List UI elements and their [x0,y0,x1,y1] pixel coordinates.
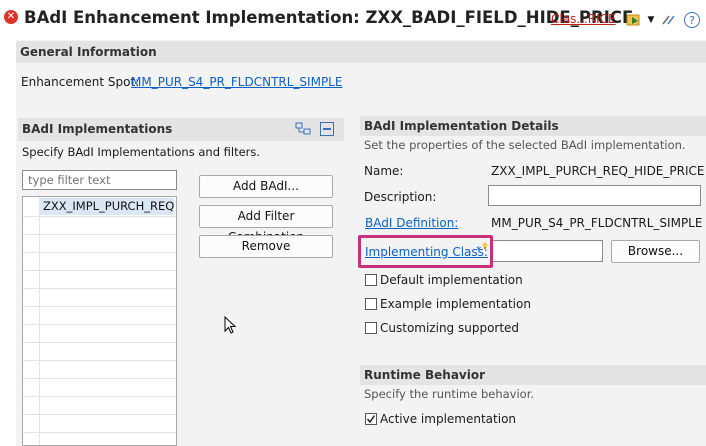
badi-definition-value: MM_PUR_S4_PR_FLDCNTRL_SIMPLE [491,216,703,230]
name-value: ZXX_IMPL_PURCH_REQ_HIDE_PRICE [491,164,705,178]
customizing-supported-label: Customizing supported [380,321,520,335]
implementations-description: Specify BAdI Implementations and filters… [22,145,261,159]
list-item[interactable]: ZXX_IMPL_PURCH_REQ_ [39,198,174,215]
enhancement-spot-link[interactable]: MM_PUR_S4_PR_FLDCNTRL_SIMPLE [131,75,342,89]
implementing-class-link[interactable]: Clas...RICE [551,12,616,26]
remove-button[interactable]: Remove [199,235,333,258]
runtime-section-title: Runtime Behavior [360,365,706,385]
add-badi-button[interactable]: Add BAdI... [199,175,333,198]
editor-header: ✕ BAdI Enhancement Implementation: ZXX_B… [0,0,706,40]
runtime-description: Specify the runtime behavior. [364,387,535,401]
mouse-cursor-icon [224,315,238,336]
error-icon: ✕ [4,10,18,24]
content-assist-icon [481,239,489,249]
filter-input[interactable] [22,170,177,190]
expand-all-icon[interactable] [295,122,311,136]
description-label: Description: [364,190,437,204]
browse-button[interactable]: Browse... [611,240,700,263]
customizing-supported-checkbox[interactable] [365,322,377,334]
page-title: BAdI Enhancement Implementation: ZXX_BAD… [24,8,634,27]
enhancement-spot-label: Enhancement Spot: [21,75,140,89]
example-implementation-label: Example implementation [380,297,531,311]
implementing-class-link-label[interactable]: Implementing Class: [365,245,488,259]
link-with-editor-icon[interactable] [661,12,677,28]
implementing-class-field[interactable] [493,240,603,262]
example-implementation-checkbox[interactable] [365,298,377,310]
default-implementation-checkbox[interactable] [365,274,377,286]
collapse-all-icon[interactable] [320,122,334,136]
active-implementation-label: Active implementation [380,412,517,426]
details-description: Set the properties of the selected BAdI … [364,138,686,152]
name-label: Name: [364,164,404,178]
description-field[interactable] [488,185,701,206]
run-icon[interactable] [625,12,643,28]
chevron-down-icon[interactable]: ▼ [645,12,657,28]
implementations-list[interactable]: ZXX_IMPL_PURCH_REQ_ [22,196,177,446]
badi-definition-link[interactable]: BAdI Definition: [365,216,458,230]
active-implementation-checkbox[interactable] [365,413,377,425]
help-icon[interactable]: ? [684,12,700,28]
general-info-section-title: General Information [16,41,706,63]
add-filter-combination-button[interactable]: Add Filter Combination [199,205,333,244]
default-implementation-label: Default implementation [380,273,523,287]
details-section-title: BAdI Implementation Details [360,116,706,136]
